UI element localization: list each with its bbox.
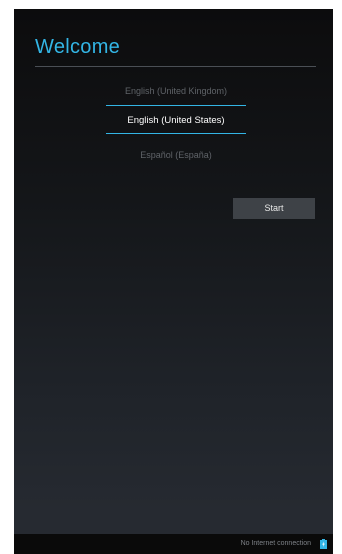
page-title: Welcome [35,36,121,58]
battery-icon [320,539,327,549]
title-divider [35,66,316,67]
language-option-es-es[interactable]: Español (España) [106,145,246,165]
start-button[interactable]: Start [233,198,315,219]
selection-divider-bottom [106,133,246,134]
language-picker[interactable]: English (United Kingdom) English (United… [106,79,246,179]
status-bar: No Internet connection [14,534,333,554]
selection-divider-top [106,105,246,106]
language-option-en-gb[interactable]: English (United Kingdom) [106,81,246,101]
setup-screen: Welcome English (United Kingdom) English… [14,9,333,554]
language-option-en-us[interactable]: English (United States) [106,111,246,131]
connection-status: No Internet connection [240,540,311,547]
